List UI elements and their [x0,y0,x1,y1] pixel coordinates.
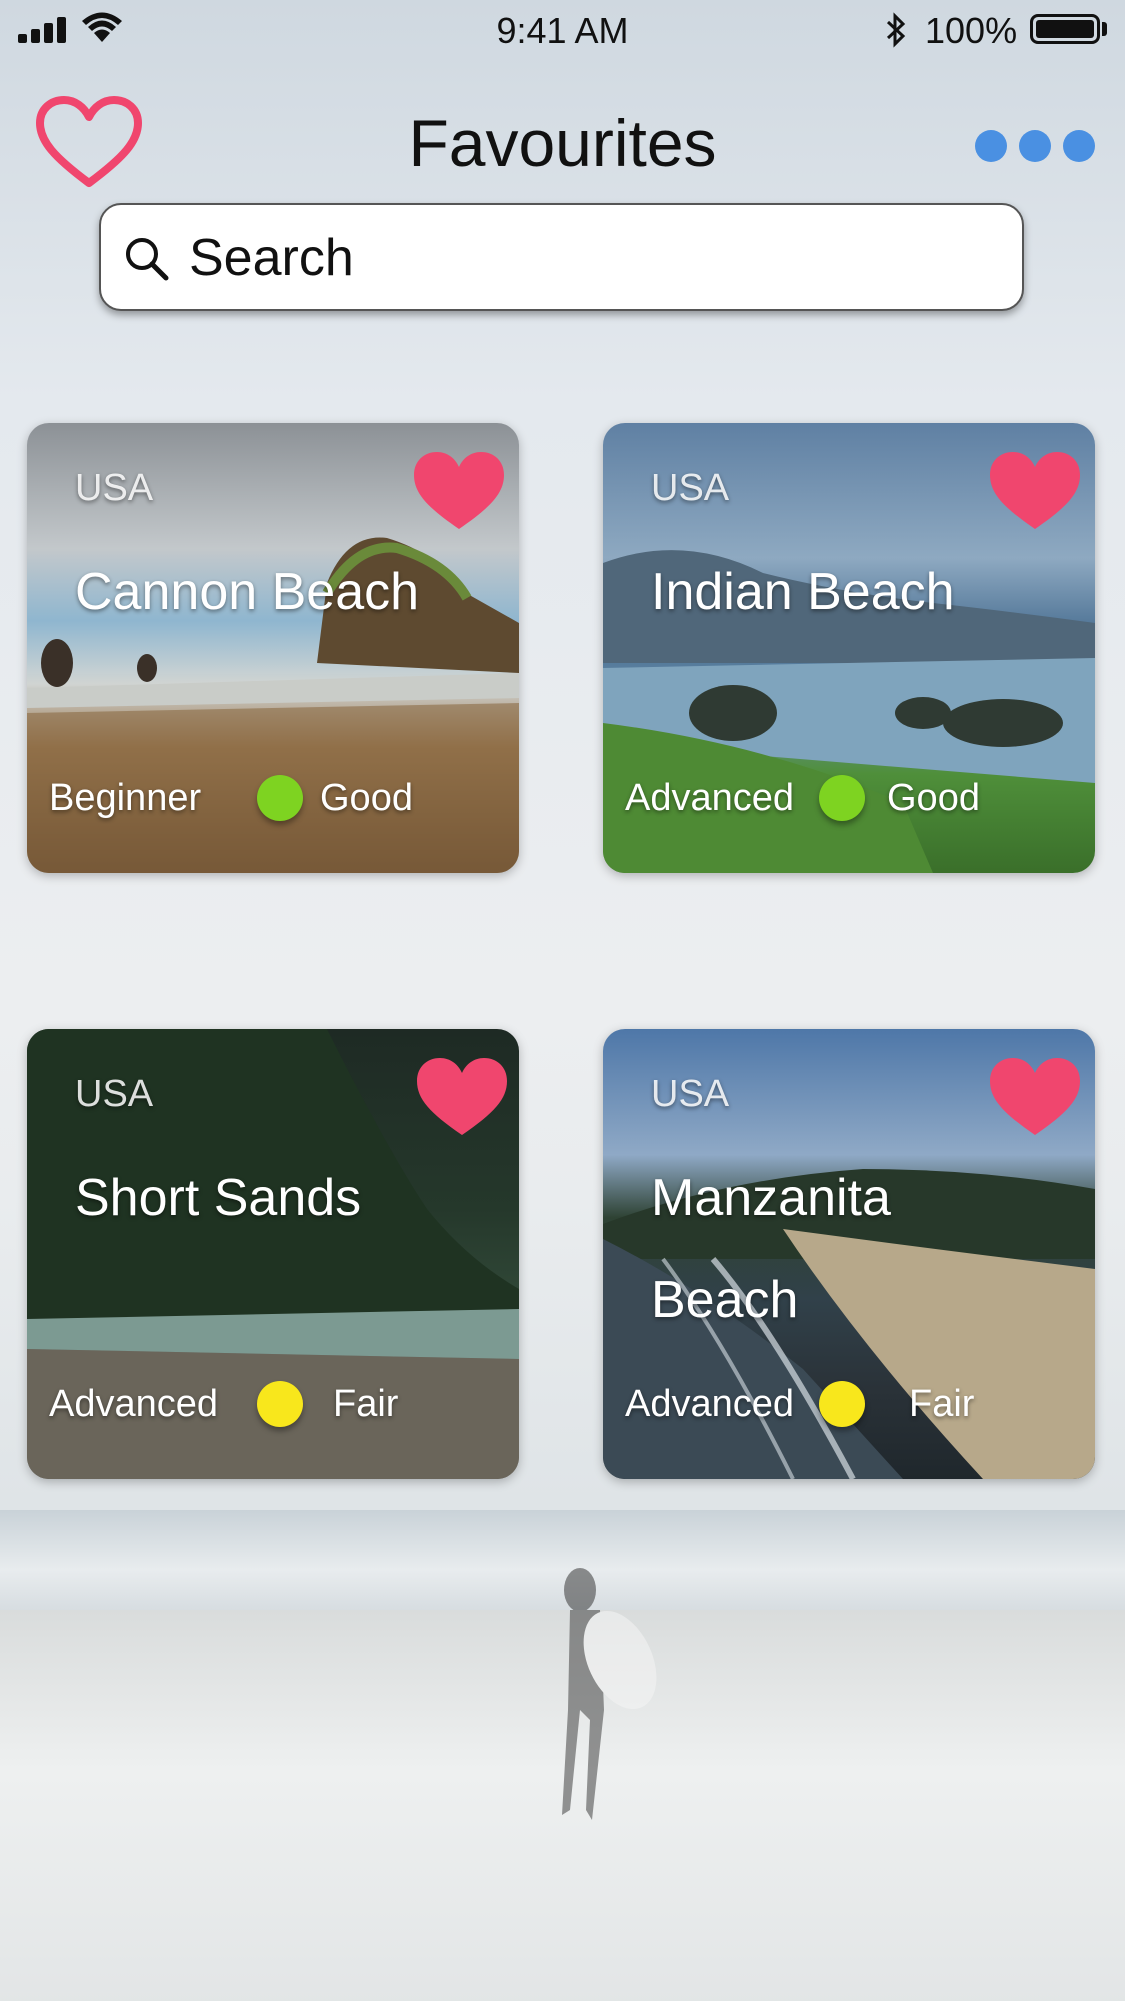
search-input[interactable] [187,219,991,297]
surfer-silhouette [562,1568,657,1820]
battery-percentage: 100% [925,10,1018,51]
beach-card-indian-beach[interactable]: USA Indian Beach Advanced Good [603,423,1095,873]
beach-card-manzanita-beach[interactable]: USA Manzanita Beach Advanced Fair [603,1029,1095,1479]
card-condition: Good [320,777,413,819]
card-beach-name: Cannon Beach [75,563,420,621]
background-beach-image [0,1510,1125,2001]
beach-card-cannon-beach[interactable]: USA Cannon Beach Beginner Good [27,423,519,873]
card-skill-level: Advanced [625,777,795,819]
card-skill-level: Beginner [49,777,202,819]
card-condition: Good [887,777,980,819]
condition-good-indicator [819,775,865,821]
card-condition: Fair [909,1383,975,1425]
card-beach-name: Manzanita Beach [651,1169,891,1329]
heart-filled-icon[interactable] [987,1055,1083,1139]
heart-filled-icon[interactable] [414,1055,510,1139]
condition-fair-indicator [257,1381,303,1427]
bluetooth-icon [886,12,906,48]
dot-icon [1063,130,1095,162]
card-beach-name: Short Sands [75,1169,362,1227]
card-country: USA [651,1073,730,1115]
card-country: USA [75,1073,154,1115]
condition-good-indicator [257,775,303,821]
card-skill-level: Advanced [625,1383,795,1425]
dot-icon [1019,130,1051,162]
card-country: USA [75,467,154,509]
card-skill-level: Advanced [49,1383,219,1425]
status-bar: 9:41 AM 100% [0,0,1125,60]
page-title: Favourites [408,106,717,180]
dot-icon [975,130,1007,162]
heart-filled-icon[interactable] [987,449,1083,533]
card-beach-name: Indian Beach [651,563,955,621]
beach-card-short-sands[interactable]: USA Short Sands Advanced Fair [27,1029,519,1479]
search-icon [126,238,169,281]
more-options-button[interactable] [975,130,1095,162]
search-bar[interactable] [99,203,1024,311]
card-condition: Fair [333,1383,399,1425]
battery-icon [1030,14,1100,44]
heart-filled-icon[interactable] [411,449,507,533]
card-country: USA [651,467,730,509]
condition-fair-indicator [819,1381,865,1427]
